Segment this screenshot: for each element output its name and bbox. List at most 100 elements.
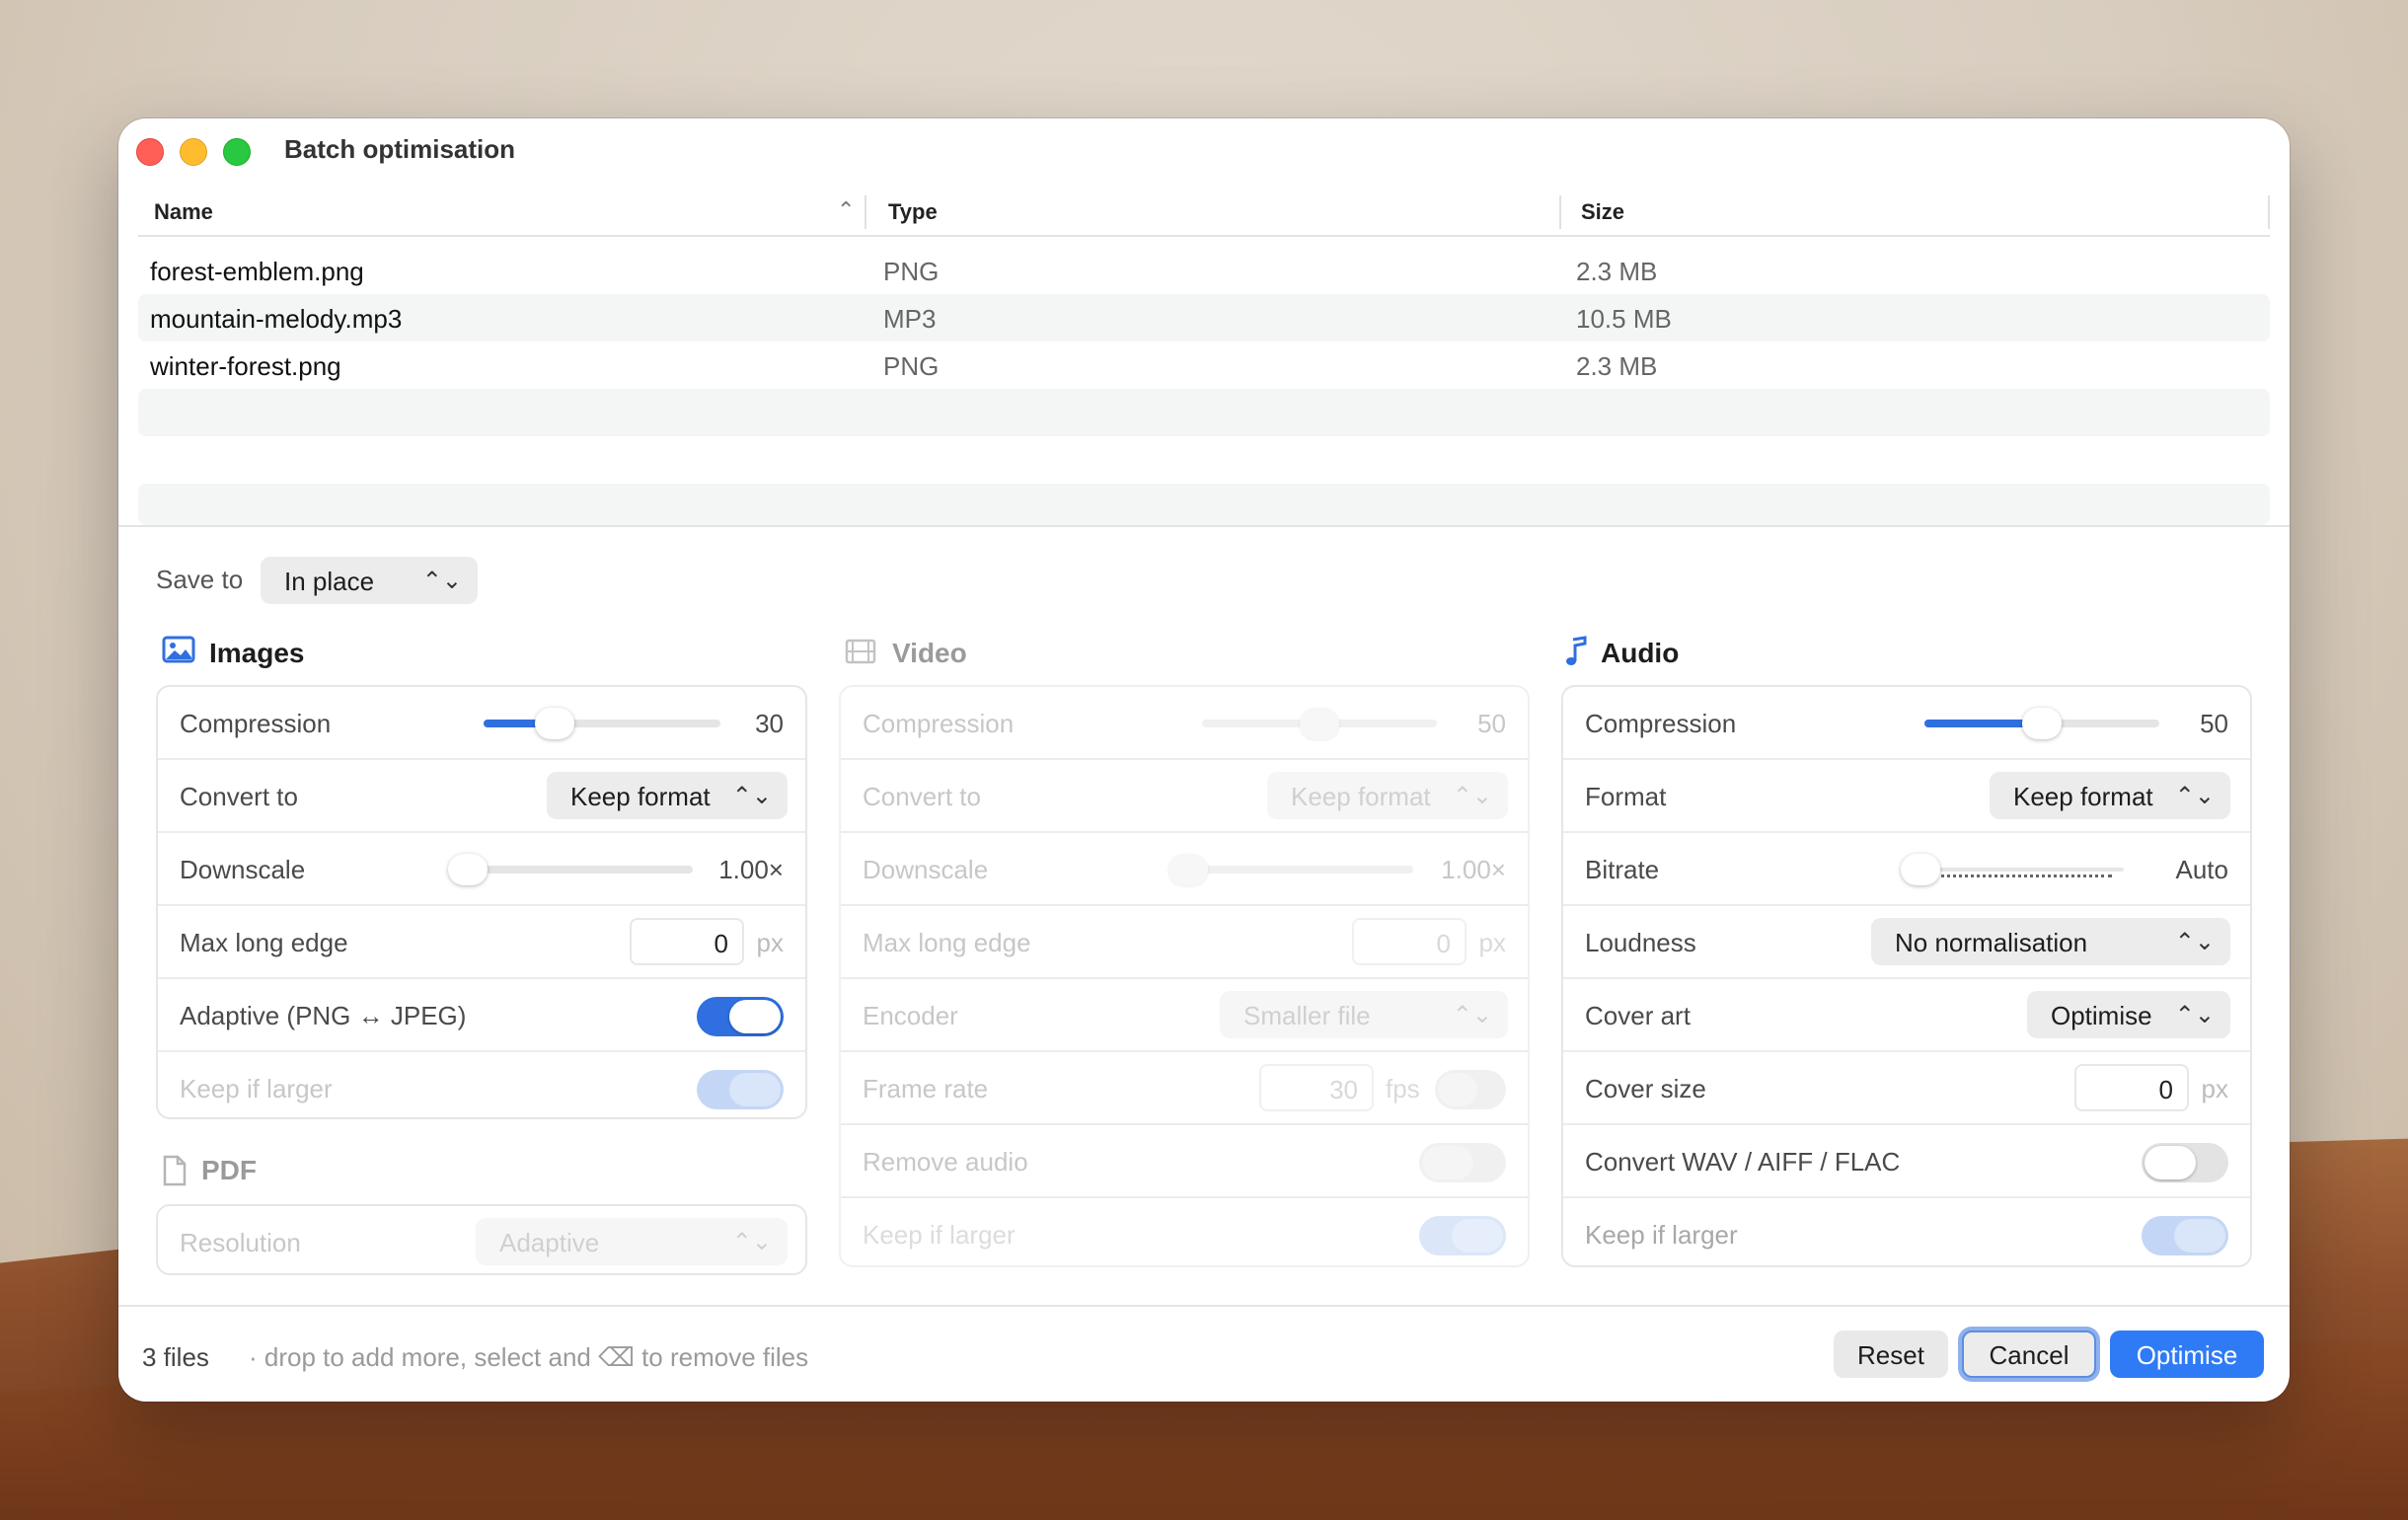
video-max-edge-field[interactable]: 0 [1352, 918, 1467, 965]
audio-cover-art-popup[interactable]: Optimise ⌃⌄ [2027, 991, 2230, 1038]
audio-loudness-row: Loudness No normalisation ⌃⌄ [1563, 906, 2250, 979]
table-row[interactable]: forest-emblem.png PNG 2.3 MB [138, 247, 2270, 294]
label: Remove audio [863, 1147, 1028, 1177]
batch-optimisation-window: Batch optimisation Name ⌃ Type Size fore… [118, 118, 2290, 1402]
pdf-settings-panel: Resolution Adaptive ⌃⌄ [156, 1204, 807, 1275]
section-divider [118, 525, 2290, 527]
pdf-resolution-popup[interactable]: Adaptive ⌃⌄ [476, 1218, 788, 1265]
audio-bitrate-row: Bitrate Auto [1563, 833, 2250, 906]
save-to-value: In place [284, 567, 375, 596]
file-size: 2.3 MB [1576, 351, 1658, 381]
audio-compression-value: 50 [2200, 709, 2228, 738]
photo-icon [162, 636, 195, 671]
label: Bitrate [1585, 855, 1660, 884]
audio-convert-wav-toggle[interactable] [2142, 1143, 2228, 1182]
video-section-title: Video [892, 638, 967, 668]
close-button[interactable] [136, 138, 164, 166]
slider-knob[interactable] [535, 708, 574, 739]
images-keep-larger-row: Keep if larger [158, 1052, 805, 1117]
column-header-name[interactable]: Name [154, 199, 213, 225]
column-separator[interactable] [865, 195, 866, 229]
cancel-button[interactable]: Cancel [1962, 1330, 2096, 1378]
empty-table-row [138, 484, 2270, 525]
chevron-updown-icon: ⌃⌄ [1452, 783, 1492, 809]
save-to-popup[interactable]: In place ⌃⌄ [261, 557, 478, 604]
video-frame-rate-field[interactable]: 30 [1259, 1064, 1374, 1111]
label: Compression [180, 709, 332, 738]
column-header-type[interactable]: Type [888, 199, 938, 225]
video-convert-popup[interactable]: Keep format ⌃⌄ [1267, 772, 1508, 819]
toggle-knob [1438, 1073, 1477, 1106]
audio-cover-size-row: Cover size 0 px [1563, 1052, 2250, 1125]
unit-label: px [2201, 1074, 2228, 1103]
column-separator[interactable] [2268, 195, 2270, 229]
video-encoder-popup[interactable]: Smaller file ⌃⌄ [1220, 991, 1508, 1038]
popup-value: Keep format [2013, 782, 2153, 811]
images-compression-slider[interactable] [484, 708, 720, 739]
sort-ascending-icon[interactable]: ⌃ [837, 197, 855, 223]
audio-bitrate-slider[interactable] [1901, 854, 2124, 885]
images-settings-panel: Compression 30 Convert to Keep format ⌃⌄… [156, 685, 807, 1119]
label: Cover art [1585, 1001, 1691, 1030]
audio-cover-size-field[interactable]: 0 [2074, 1064, 2189, 1111]
footer-divider [118, 1305, 2290, 1307]
video-encoder-row: Encoder Smaller file ⌃⌄ [841, 979, 1528, 1052]
images-downscale-slider[interactable] [448, 854, 693, 885]
label: Loudness [1585, 928, 1696, 957]
video-downscale-slider[interactable] [1168, 854, 1413, 885]
slider-knob[interactable] [448, 854, 488, 885]
video-frame-rate-toggle[interactable] [1435, 1070, 1506, 1109]
zoom-button[interactable] [223, 138, 251, 166]
label: Adaptive (PNG ↔ JPEG) [180, 1001, 467, 1030]
music-note-icon [1563, 636, 1589, 675]
images-section-title: Images [209, 638, 305, 668]
video-keep-larger-toggle[interactable] [1419, 1216, 1506, 1255]
column-header-size[interactable]: Size [1581, 199, 1624, 225]
images-downscale-value: 1.00× [718, 855, 784, 884]
slider-knob[interactable] [2022, 708, 2062, 739]
label: Max long edge [180, 928, 348, 957]
chevron-updown-icon: ⌃⌄ [2174, 1002, 2215, 1028]
audio-settings-panel: Compression 50 Format Keep format ⌃⌄ Bit… [1561, 685, 2252, 1267]
video-remove-audio-toggle[interactable] [1419, 1143, 1506, 1182]
slider-knob[interactable] [1300, 708, 1339, 739]
column-separator[interactable] [1559, 195, 1561, 229]
toggle-knob [1452, 1219, 1503, 1253]
window-title: Batch optimisation [284, 134, 516, 164]
pdf-resolution-row: Resolution Adaptive ⌃⌄ [158, 1206, 805, 1273]
video-max-edge-row: Max long edge 0 px [841, 906, 1528, 979]
table-row[interactable]: mountain-melody.mp3 MP3 10.5 MB [138, 294, 2270, 342]
video-compression-slider[interactable] [1202, 708, 1437, 739]
images-keep-larger-toggle[interactable] [697, 1070, 784, 1109]
label: Compression [863, 709, 1015, 738]
video-compression-row: Compression 50 [841, 687, 1528, 760]
slider-knob[interactable] [1901, 854, 1940, 885]
images-max-edge-field[interactable]: 0 [630, 918, 744, 965]
images-adaptive-toggle[interactable] [697, 997, 784, 1036]
chevron-updown-icon: ⌃⌄ [421, 568, 462, 594]
chevron-updown-icon: ⌃⌄ [2174, 929, 2215, 955]
minimize-button[interactable] [180, 138, 207, 166]
popup-value: Keep format [570, 782, 711, 811]
audio-format-popup[interactable]: Keep format ⌃⌄ [1990, 772, 2230, 819]
table-row[interactable]: winter-forest.png PNG 2.3 MB [138, 342, 2270, 389]
audio-loudness-popup[interactable]: No normalisation ⌃⌄ [1871, 918, 2230, 965]
images-compression-value: 30 [755, 709, 784, 738]
toggle-knob [729, 1073, 781, 1106]
reset-button[interactable]: Reset [1834, 1330, 1948, 1378]
film-icon [845, 638, 876, 673]
file-size: 10.5 MB [1576, 304, 1672, 334]
images-convert-popup[interactable]: Keep format ⌃⌄ [547, 772, 788, 819]
images-adaptive-row: Adaptive (PNG ↔ JPEG) [158, 979, 805, 1052]
slider-knob[interactable] [1168, 854, 1208, 885]
images-compression-row: Compression 30 [158, 687, 805, 760]
file-size: 2.3 MB [1576, 257, 1658, 286]
label: Cover size [1585, 1074, 1706, 1103]
optimise-button[interactable]: Optimise [2110, 1330, 2264, 1378]
audio-keep-larger-toggle[interactable] [2142, 1216, 2228, 1255]
audio-compression-slider[interactable] [1924, 708, 2159, 739]
video-remove-audio-row: Remove audio [841, 1125, 1528, 1198]
video-settings-panel: Compression 50 Convert to Keep format ⌃⌄… [839, 685, 1530, 1267]
audio-convert-wav-row: Convert WAV / AIFF / FLAC [1563, 1125, 2250, 1198]
label: Encoder [863, 1001, 958, 1030]
